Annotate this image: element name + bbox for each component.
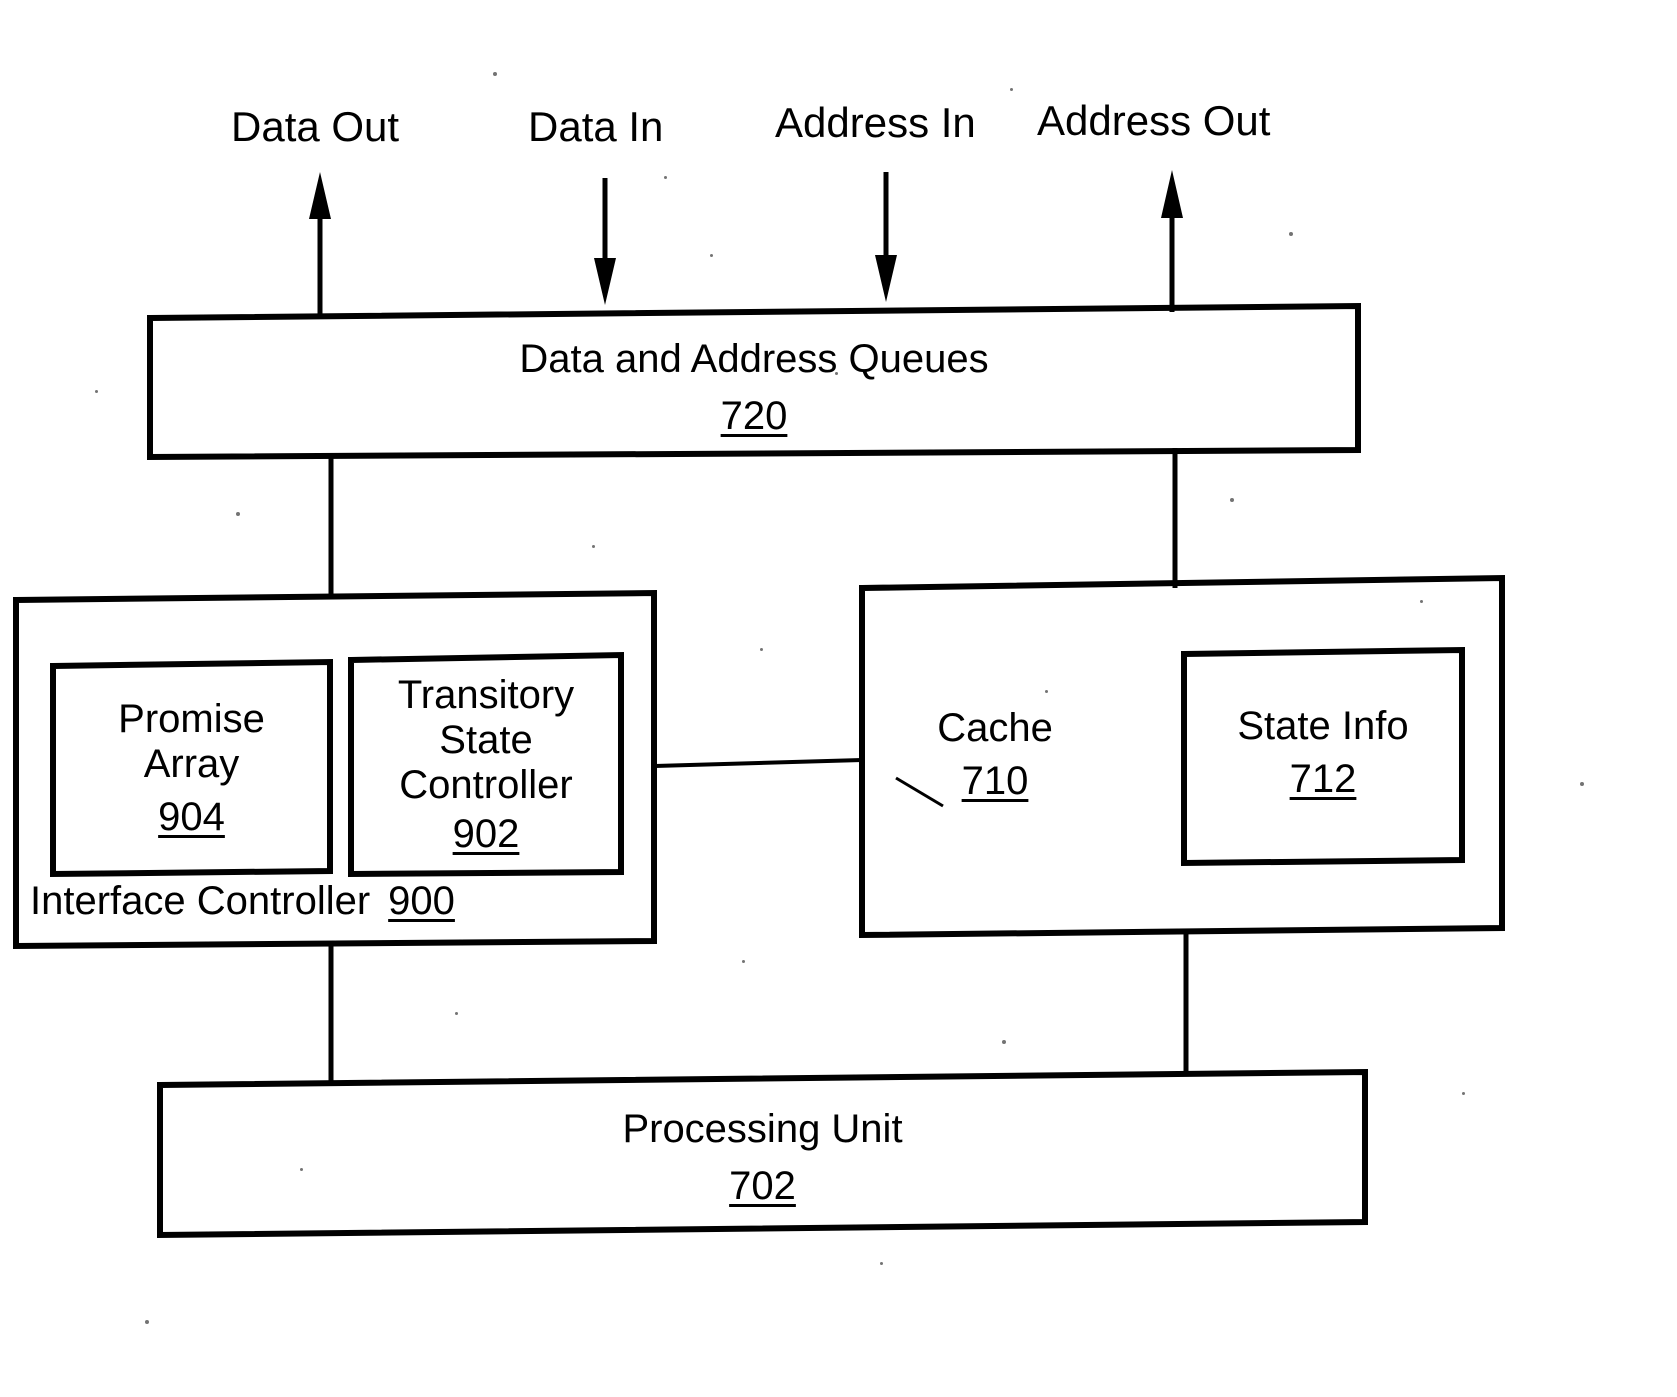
cache-label-group: Cache 710 (880, 690, 1110, 820)
queues-label-group: Data and Address Queues 720 (150, 320, 1358, 455)
transitory-state-controller-ref: 902 (452, 812, 520, 856)
io-label-address-out: Address Out (1037, 97, 1271, 144)
scan-speck (710, 254, 713, 257)
connector-interface-controller-to-cache (654, 758, 863, 768)
transitory-state-controller-title-line3: Controller (399, 763, 573, 807)
scan-speck (1462, 1092, 1465, 1095)
scan-speck (1002, 1040, 1006, 1044)
io-label-data-out: Data Out (231, 103, 400, 150)
scan-speck (455, 1012, 458, 1015)
scan-speck (880, 1262, 883, 1265)
state-info-ref: 712 (1289, 757, 1357, 801)
promise-array-ref: 904 (158, 794, 225, 839)
scan-speck (1289, 232, 1293, 236)
data-out-arrow (309, 172, 331, 318)
cache-ref: 710 (961, 759, 1029, 803)
interface-controller-caption: Interface Controller 900 (30, 879, 455, 923)
scan-speck (1230, 498, 1234, 502)
scan-speck (300, 1168, 303, 1171)
io-label-address-in: Address In (775, 99, 976, 146)
data-in-arrow (594, 178, 616, 305)
promise-array-title-line1: Promise (118, 696, 265, 741)
scan-speck (664, 176, 667, 179)
scan-speck (1420, 600, 1423, 603)
interface-controller-ref: 900 (388, 879, 455, 923)
scan-speck (1010, 88, 1013, 91)
scan-speck (760, 648, 763, 651)
transitory-state-controller-title-line2: State (439, 718, 533, 762)
processing-unit-ref: 702 (729, 1164, 796, 1208)
scan-speck (236, 512, 240, 516)
scan-speck (742, 960, 745, 963)
transitory-state-controller-title-line1: Transitory (397, 673, 575, 717)
promise-array-title-line2: Array (143, 741, 240, 786)
queues-title: Data and Address Queues (519, 336, 989, 381)
processing-unit-label-group: Processing Unit 702 (160, 1088, 1365, 1228)
transitory-state-controller-label-group: Transitory State Controller 902 (351, 658, 621, 872)
processing-unit-title: Processing Unit (622, 1107, 903, 1151)
scan-speck (1045, 690, 1048, 693)
scan-speck (835, 372, 838, 375)
queues-ref: 720 (720, 393, 788, 438)
promise-array-label-group: Promise Array 904 (53, 664, 330, 872)
scan-speck (95, 390, 98, 393)
interface-controller-title: Interface Controller (30, 879, 371, 923)
scan-speck (145, 1320, 149, 1324)
state-info-title: State Info (1237, 704, 1409, 748)
io-label-data-in: Data In (528, 103, 664, 150)
address-out-arrow (1161, 170, 1183, 312)
state-info-label-group: State Info 712 (1184, 688, 1462, 818)
cache-title: Cache (937, 706, 1053, 750)
scan-speck (592, 545, 595, 548)
address-in-arrow (875, 172, 897, 302)
scan-speck (1580, 782, 1584, 786)
scan-speck (493, 72, 497, 76)
figure-canvas: Data Out Data In Address In Address Out … (0, 0, 1677, 1397)
